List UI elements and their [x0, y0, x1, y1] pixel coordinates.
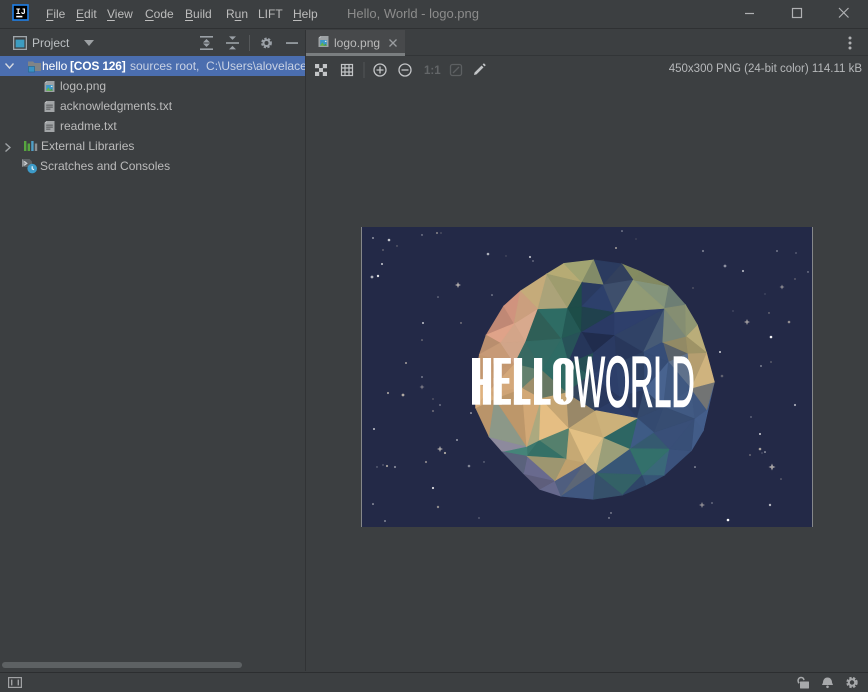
svg-text:WORLD: WORLD: [575, 342, 695, 422]
svg-text:IJ: IJ: [16, 7, 26, 17]
svg-text:1:1: 1:1: [424, 65, 441, 77]
